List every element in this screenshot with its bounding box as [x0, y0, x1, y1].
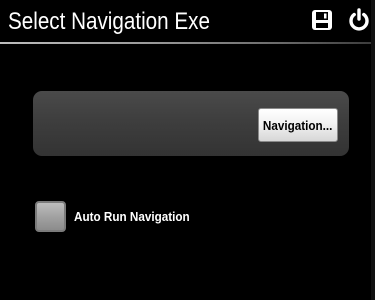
save-icon [312, 10, 332, 30]
auto-run-checkbox[interactable] [35, 201, 66, 232]
right-edge-strip [371, 0, 375, 300]
power-icon [349, 8, 369, 31]
power-button[interactable] [348, 8, 370, 32]
page-title: Select Navigation Exe [8, 8, 210, 35]
save-button[interactable] [311, 9, 333, 31]
navigation-browse-label: Navigation... [263, 117, 333, 133]
header-bar: Select Navigation Exe [0, 0, 375, 44]
auto-run-label: Auto Run Navigation [74, 209, 190, 224]
navigation-browse-button[interactable]: Navigation... [258, 108, 338, 142]
header-divider [0, 42, 375, 44]
